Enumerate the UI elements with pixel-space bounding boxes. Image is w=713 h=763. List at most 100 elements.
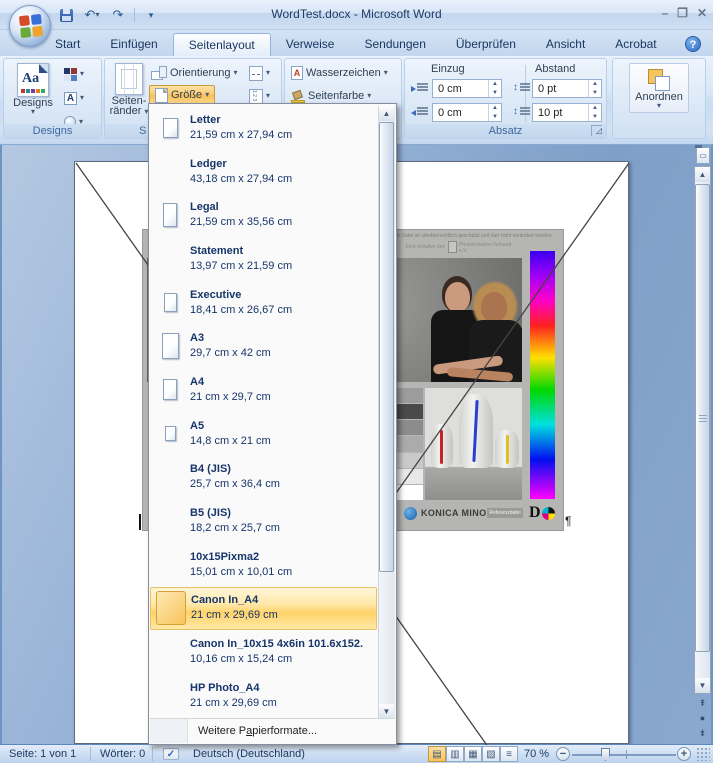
size-menu-item[interactable]: A5 14,8 cm x 21 cm bbox=[150, 412, 377, 456]
size-menu-item[interactable]: Executive 18,41 cm x 26,67 cm bbox=[150, 281, 377, 325]
arrange-icon bbox=[646, 67, 672, 91]
more-paper-sizes-item[interactable]: Weitere Papierformate... bbox=[150, 718, 395, 743]
pilcrow-mark: ¶ bbox=[565, 514, 572, 528]
indent-label: Einzug bbox=[431, 63, 465, 75]
size-item-dimensions: 21,59 cm x 35,56 cm bbox=[190, 216, 293, 229]
size-item-name: Legal bbox=[190, 201, 219, 214]
page-count-status[interactable]: Seite: 1 von 1 bbox=[9, 748, 76, 760]
group-arrange: Anordnen ▾ bbox=[612, 58, 706, 139]
group-paragraph: Einzug Abstand 0 cm ▲▼ 0 cm ▲▼ 0 pt ▲▼ 1… bbox=[404, 58, 607, 139]
maximize-button[interactable]: ❐ bbox=[677, 6, 688, 20]
minimize-button[interactable]: – bbox=[661, 6, 668, 20]
watermark-button[interactable]: A Wasserzeichen ▾ bbox=[291, 63, 388, 83]
spacing-after-spinner[interactable]: ▲ ▼ bbox=[588, 104, 601, 121]
help-button[interactable]: ? bbox=[685, 36, 701, 52]
indent-right-spinner[interactable]: ▲ ▼ bbox=[488, 104, 501, 121]
tab-verweise[interactable]: Verweise bbox=[271, 33, 350, 56]
size-menu-item[interactable]: B5 (JIS) 18,2 cm x 25,7 cm bbox=[150, 499, 377, 543]
next-page-button[interactable]: ⇟ bbox=[695, 727, 710, 740]
zoom-slider-track[interactable] bbox=[572, 754, 676, 756]
split-handle[interactable] bbox=[695, 145, 702, 148]
tab-acrobat[interactable]: Acrobat bbox=[600, 33, 671, 56]
draft-view-button[interactable]: ≡ bbox=[500, 746, 518, 762]
size-menu-item[interactable]: B4 (JIS) 25,7 cm x 36,4 cm bbox=[150, 456, 377, 500]
tab-überprüfen[interactable]: Überprüfen bbox=[441, 33, 531, 56]
dropdown-scrollbar-thumb[interactable] bbox=[379, 122, 394, 572]
vertical-scrollbar[interactable]: ▲ ▼ bbox=[694, 166, 711, 694]
theme-colors-button[interactable]: ▾ bbox=[64, 64, 84, 84]
page-size-button[interactable]: Größe ▾ bbox=[149, 85, 216, 105]
tab-sendungen[interactable]: Sendungen bbox=[349, 33, 440, 56]
indent-left-field[interactable]: 0 cm ▲ ▼ bbox=[432, 79, 502, 98]
page-size-dropdown: Letter 21,59 cm x 27,94 cm Ledger 43,18 cm … bbox=[148, 103, 397, 745]
close-button[interactable]: ✕ bbox=[697, 6, 707, 20]
outline-view-button[interactable]: ▧ bbox=[482, 746, 500, 762]
spacing-before-spinner[interactable]: ▲ ▼ bbox=[588, 80, 601, 97]
spacing-before-field[interactable]: 0 pt ▲ ▼ bbox=[532, 79, 602, 98]
size-menu-item[interactable]: Canon In_10x15 4x6in 101.6x152. 10,16 cm … bbox=[150, 630, 377, 674]
size-menu-item[interactable]: A4 21 cm x 29,7 cm bbox=[150, 368, 377, 412]
dropdown-scroll-up[interactable]: ▲ bbox=[379, 106, 394, 121]
dropdown-scrollbar[interactable]: ▲ ▼ bbox=[378, 106, 395, 719]
zoom-level[interactable]: 70 % bbox=[524, 748, 549, 760]
page-size-icon bbox=[155, 87, 168, 103]
arrange-button[interactable]: Anordnen ▾ bbox=[629, 63, 689, 113]
scroll-up-button[interactable]: ▲ bbox=[695, 167, 710, 182]
text-cursor bbox=[139, 514, 141, 530]
size-item-icon-column bbox=[150, 333, 190, 360]
zoom-out-button[interactable]: − bbox=[556, 747, 570, 761]
page-icon bbox=[163, 203, 177, 228]
theme-fonts-button[interactable]: A ▾ bbox=[64, 88, 84, 108]
size-menu-item[interactable]: Statement 13,97 cm x 21,59 cm bbox=[150, 237, 377, 281]
page-margins-button[interactable]: Seiten- ränder ▾ bbox=[109, 63, 149, 117]
line-numbers-icon bbox=[249, 88, 263, 104]
size-item-name: A5 bbox=[190, 419, 205, 432]
tab-einfügen[interactable]: Einfügen bbox=[95, 33, 172, 56]
size-item-name: HP Photo_A4 bbox=[190, 681, 260, 694]
language-status[interactable]: Deutsch (Deutschland) bbox=[193, 748, 305, 760]
scroll-down-button[interactable]: ▼ bbox=[695, 678, 710, 693]
ruler-toggle-button[interactable]: ▭ bbox=[695, 145, 710, 164]
designs-button[interactable]: Aa Designs ▾ bbox=[10, 63, 56, 116]
spellcheck-icon[interactable]: ✓ bbox=[163, 748, 179, 760]
size-menu-item[interactable]: 10x15Pixma2 15,01 cm x 10,01 cm bbox=[150, 543, 377, 587]
size-menu-item[interactable]: HP Photo_A4 21 cm x 29,69 cm bbox=[150, 674, 377, 718]
size-menu-item[interactable]: Canon In_A4 21 cm x 29,69 cm bbox=[150, 586, 377, 631]
select-browse-object-button[interactable]: ● bbox=[695, 712, 710, 725]
size-item-icon-column bbox=[150, 379, 190, 401]
indent-left-spinner[interactable]: ▲ ▼ bbox=[488, 80, 501, 97]
zoom-slider-handle[interactable] bbox=[601, 748, 610, 761]
size-menu-item[interactable]: Ledger 43,18 cm x 27,94 cm bbox=[150, 150, 377, 194]
size-item-name: B5 (JIS) bbox=[190, 507, 231, 520]
previous-page-button[interactable]: ⇞ bbox=[695, 697, 710, 710]
word-window: ↶ ▾ ↷ ▾ WordTest.docx - Microsoft Word – … bbox=[0, 0, 713, 763]
scrollbar-thumb[interactable] bbox=[695, 184, 710, 652]
indent-right-field[interactable]: 0 cm ▲ ▼ bbox=[432, 103, 502, 122]
office-button[interactable] bbox=[9, 5, 51, 47]
tab-ansicht[interactable]: Ansicht bbox=[531, 33, 600, 56]
size-item-dimensions: 25,7 cm x 36,4 cm bbox=[190, 478, 280, 491]
spacing-after-icon bbox=[513, 106, 530, 120]
paragraph-dialog-launcher[interactable]: ◿ bbox=[591, 125, 602, 136]
tab-seitenlayout[interactable]: Seitenlayout bbox=[172, 33, 271, 56]
size-item-name: Executive bbox=[190, 288, 242, 301]
group-designs: Aa Designs ▾ ▾ A ▾ ▾ Designs bbox=[3, 58, 102, 139]
orientation-button[interactable]: Orientierung ▾ bbox=[151, 63, 238, 83]
resize-grip[interactable] bbox=[697, 748, 710, 761]
web-layout-view-button[interactable]: ▦ bbox=[464, 746, 482, 762]
word-count-status[interactable]: Wörter: 0 bbox=[100, 748, 145, 760]
watermark-icon: A bbox=[291, 66, 303, 80]
dropdown-scroll-down[interactable]: ▼ bbox=[379, 704, 394, 719]
size-menu-item[interactable]: Legal 21,59 cm x 35,56 cm bbox=[150, 193, 377, 237]
print-layout-view-button[interactable]: ▤ bbox=[428, 746, 446, 762]
spacing-after-field[interactable]: 10 pt ▲ ▼ bbox=[532, 103, 602, 122]
tab-start[interactable]: Start bbox=[40, 33, 95, 56]
ribbon-tab-bar: Start Einfügen Seitenlayout Verweise Sendung… bbox=[0, 30, 713, 56]
breaks-button[interactable]: ▾ bbox=[249, 63, 270, 83]
theme-colors-icon bbox=[64, 67, 77, 81]
fullscreen-reading-view-button[interactable]: ▥ bbox=[446, 746, 464, 762]
size-menu-item[interactable]: A3 29,7 cm x 42 cm bbox=[150, 324, 377, 368]
zoom-in-button[interactable]: + bbox=[677, 747, 691, 761]
size-item-dimensions: 15,01 cm x 10,01 cm bbox=[190, 565, 293, 578]
size-menu-item[interactable]: Letter 21,59 cm x 27,94 cm bbox=[150, 106, 377, 150]
